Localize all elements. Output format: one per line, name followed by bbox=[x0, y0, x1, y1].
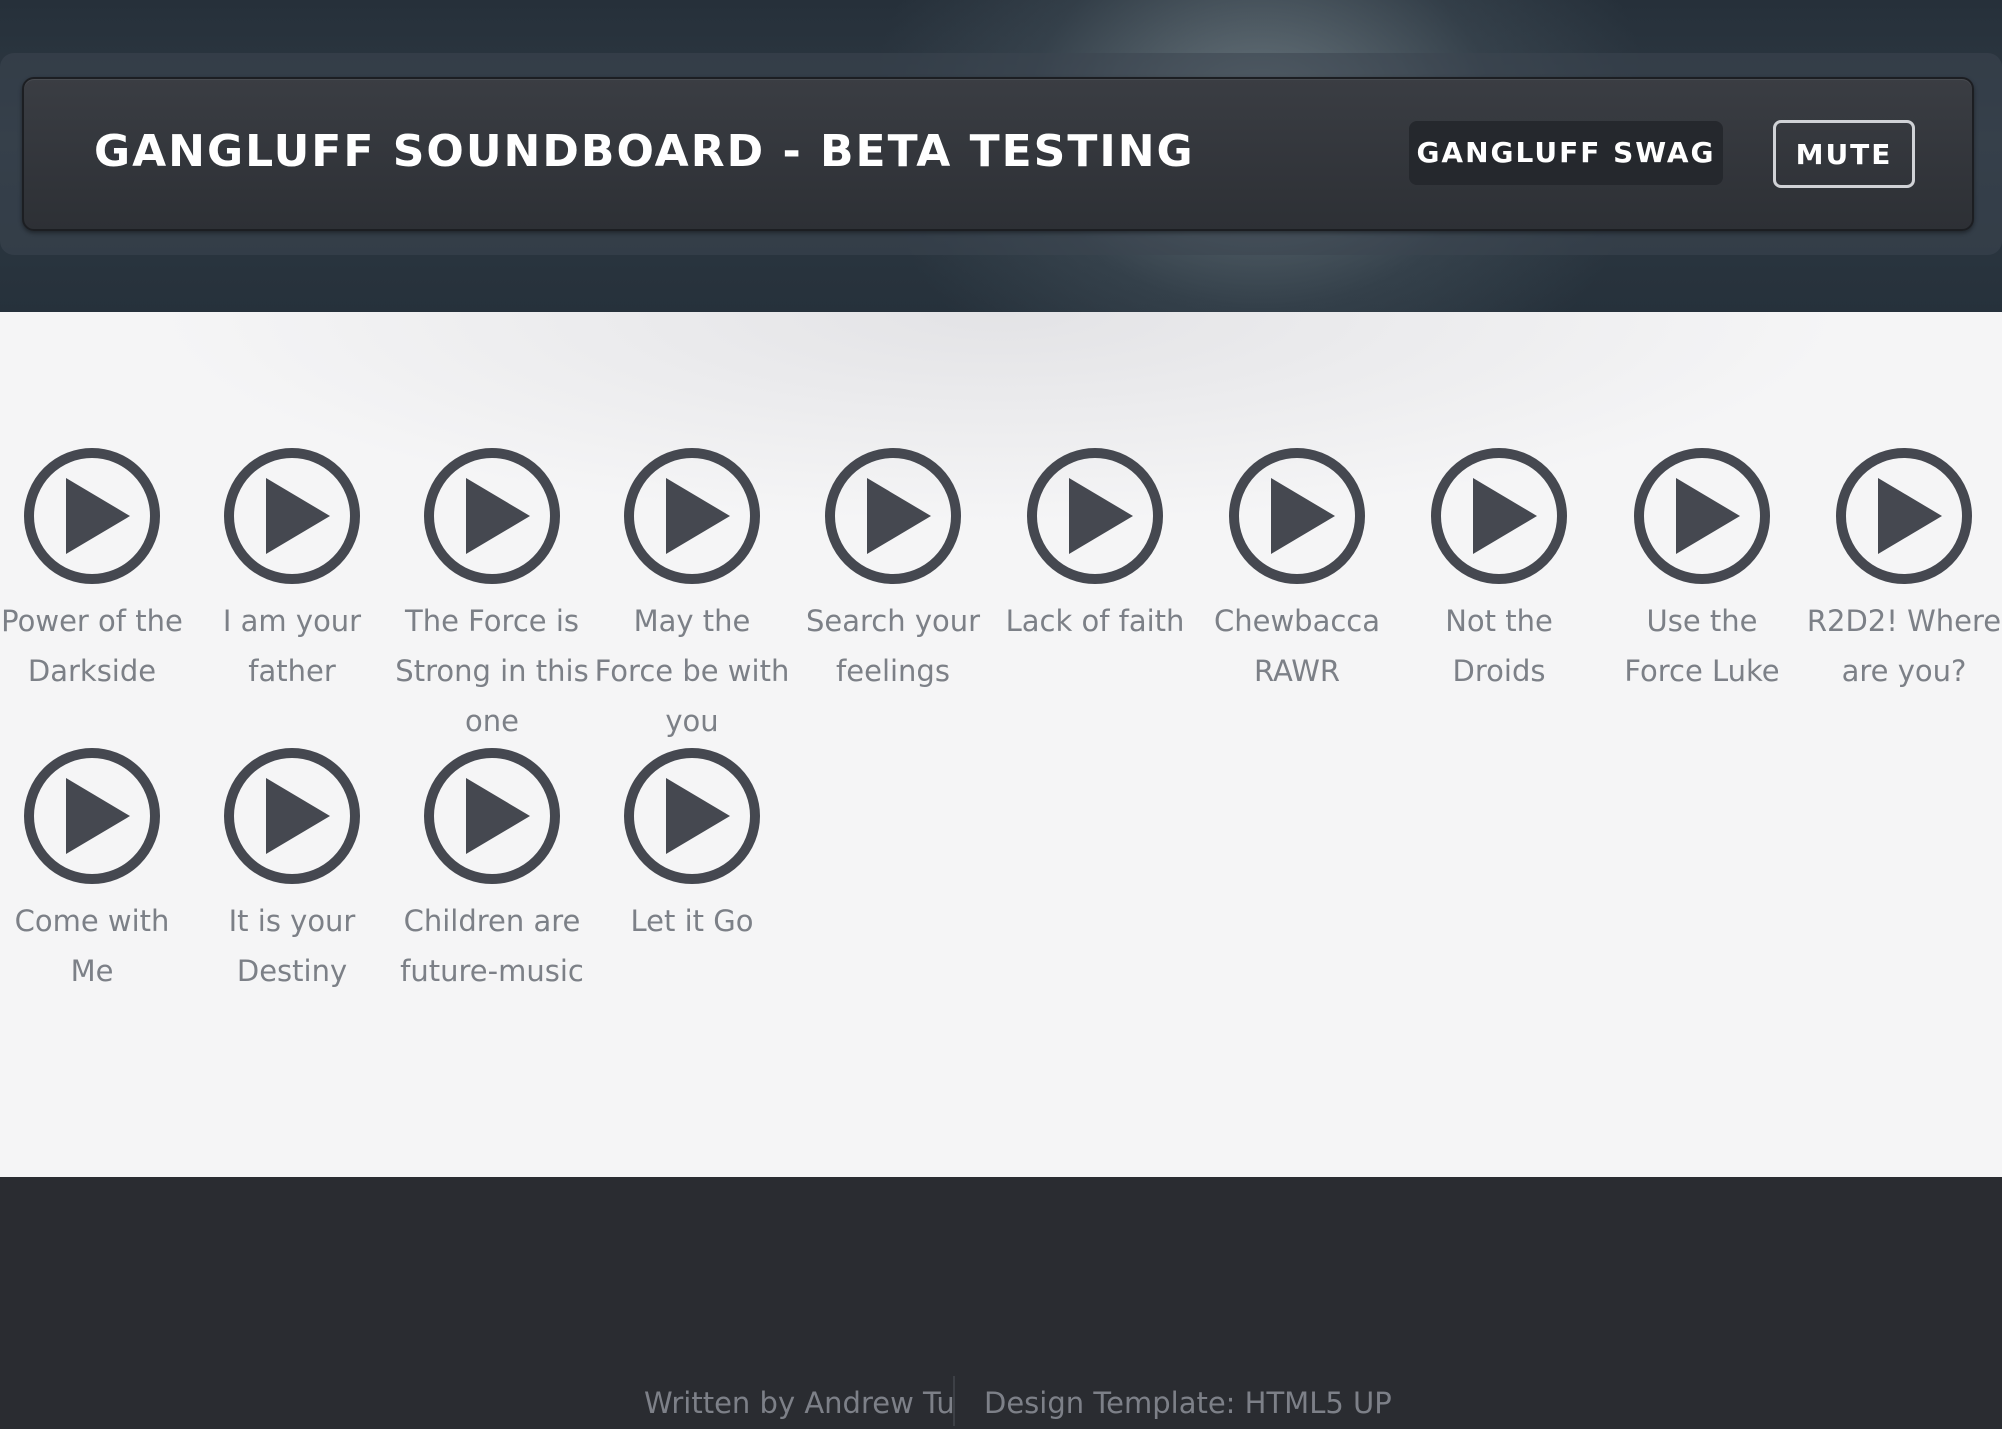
footer-template-credit[interactable]: Design Template: HTML5 UP bbox=[984, 1378, 1392, 1428]
sound-label: It is your Destiny bbox=[228, 904, 356, 988]
site-title: GANGLUFF SOUNDBOARD - BETA TESTING bbox=[94, 126, 1195, 177]
sound-item-use-the-force-luke[interactable]: Use the Force Luke bbox=[1604, 446, 1800, 696]
sound-label: R2D2! Where are you? bbox=[1806, 604, 2002, 688]
sound-item-search-your-feelings[interactable]: Search your feelings bbox=[795, 446, 991, 696]
sound-label: Power of the Darkside bbox=[1, 604, 183, 688]
sound-item-the-force-is-strong[interactable]: The Force is Strong in this one bbox=[394, 446, 590, 746]
play-circle-icon[interactable] bbox=[1632, 446, 1772, 586]
play-circle-icon[interactable] bbox=[222, 446, 362, 586]
play-circle-icon[interactable] bbox=[1025, 446, 1165, 586]
sound-label: Children are future-music bbox=[400, 904, 584, 988]
sound-label: I am your father bbox=[222, 604, 362, 688]
footer-author-credit: Written by Andrew Tu bbox=[644, 1386, 955, 1420]
sound-item-r2d2-where-are-you[interactable]: R2D2! Where are you? bbox=[1806, 446, 2002, 696]
play-circle-icon[interactable] bbox=[622, 746, 762, 886]
sound-label: Let it Go bbox=[630, 904, 754, 938]
play-circle-icon[interactable] bbox=[622, 446, 762, 586]
sound-label: Come with Me bbox=[14, 904, 170, 988]
sound-item-it-is-your-destiny[interactable]: It is your Destiny bbox=[194, 746, 390, 996]
sound-item-i-am-your-father[interactable]: I am your father bbox=[194, 446, 390, 696]
play-circle-icon[interactable] bbox=[22, 446, 162, 586]
play-circle-icon[interactable] bbox=[422, 446, 562, 586]
sound-label: Lack of faith bbox=[1005, 604, 1185, 638]
sound-item-lack-of-faith[interactable]: Lack of faith bbox=[997, 446, 1193, 646]
mute-button[interactable]: MUTE bbox=[1773, 120, 1915, 188]
sound-item-power-of-the-darkside[interactable]: Power of the Darkside bbox=[0, 446, 190, 696]
sound-label: Search your feelings bbox=[805, 604, 981, 688]
sound-label: Chewbacca RAWR bbox=[1213, 604, 1381, 688]
play-circle-icon[interactable] bbox=[22, 746, 162, 886]
sound-item-chewbacca-rawr[interactable]: Chewbacca RAWR bbox=[1199, 446, 1395, 696]
sound-item-not-the-droids[interactable]: Not the Droids bbox=[1401, 446, 1597, 696]
swag-link[interactable]: GANGLUFF SWAG bbox=[1409, 121, 1723, 185]
sound-item-let-it-go[interactable]: Let it Go bbox=[594, 746, 790, 946]
sound-label: Not the Droids bbox=[1445, 604, 1553, 688]
play-circle-icon[interactable] bbox=[422, 746, 562, 886]
play-circle-icon[interactable] bbox=[222, 746, 362, 886]
sound-item-children-are-future-music[interactable]: Children are future-music bbox=[394, 746, 590, 996]
sound-label: May the Force be with you bbox=[594, 604, 790, 738]
footer-divider bbox=[953, 1376, 955, 1426]
soundboard-grid bbox=[0, 312, 2002, 1177]
sound-item-come-with-me[interactable]: Come with Me bbox=[0, 746, 190, 996]
sound-item-may-the-force[interactable]: May the Force be with you bbox=[594, 446, 790, 746]
sound-label: Use the Force Luke bbox=[1624, 604, 1780, 688]
play-circle-icon[interactable] bbox=[823, 446, 963, 586]
play-circle-icon[interactable] bbox=[1429, 446, 1569, 586]
sound-label: The Force is Strong in this one bbox=[395, 604, 589, 738]
play-circle-icon[interactable] bbox=[1227, 446, 1367, 586]
play-circle-icon[interactable] bbox=[1834, 446, 1974, 586]
